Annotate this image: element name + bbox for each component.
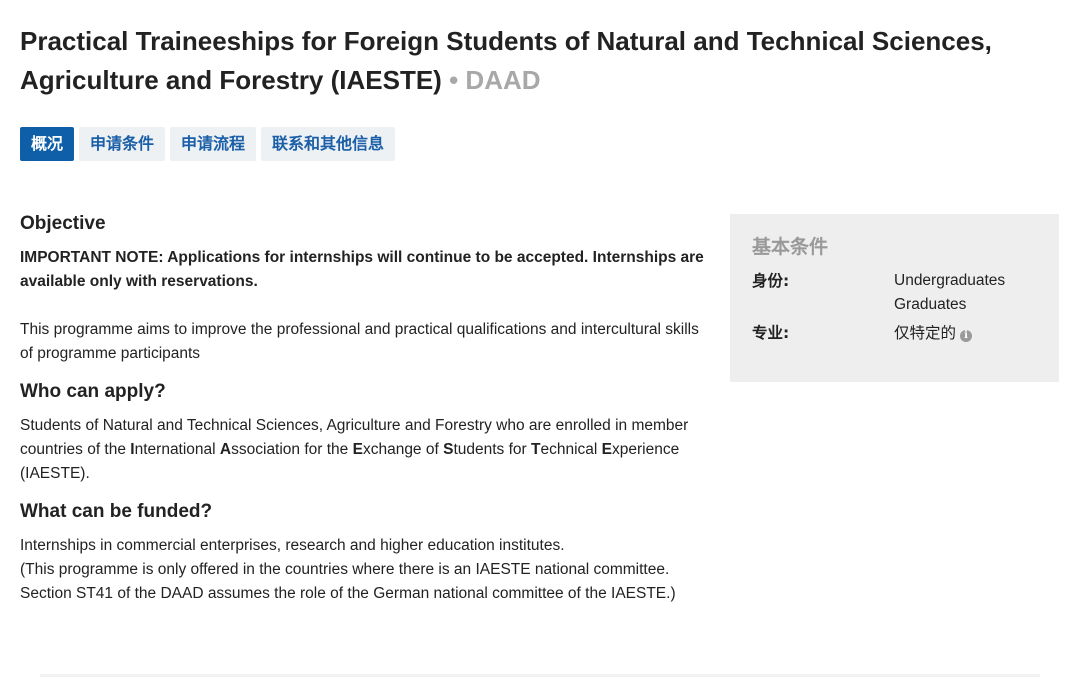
important-note: IMPORTANT NOTE: Applications for interns… xyxy=(20,249,704,290)
basic-requirements-panel: 基本条件 身份: Undergraduates Graduates 专业: 仅特… xyxy=(730,214,1059,382)
objective-text: This programme aims to improve the profe… xyxy=(20,321,699,362)
field-value-wrap: 仅特定的 i xyxy=(894,321,1064,346)
who-can-apply-heading: Who can apply? xyxy=(20,381,166,402)
what-can-be-funded-text-1: Internships in commercial enterprises, r… xyxy=(20,537,565,554)
what-can-be-funded-text-2: (This programme is only offered in the c… xyxy=(20,561,676,602)
tab-application-process[interactable]: 申请流程 xyxy=(170,127,257,161)
page-title: Practical Traineeships for Foreign Stude… xyxy=(20,22,1060,100)
status-value-undergraduates: Undergraduates xyxy=(894,272,1006,289)
tab-contact-info[interactable]: 联系和其他信息 xyxy=(261,127,396,161)
tab-overview[interactable]: 概况 xyxy=(20,127,75,161)
panel-heading: 基本条件 xyxy=(752,236,829,258)
tab-requirements[interactable]: 申请条件 xyxy=(79,127,166,161)
status-value-graduates: Graduates xyxy=(894,296,967,313)
tab-bar: 概况 申请条件 申请流程 联系和其他信息 xyxy=(20,127,396,161)
field-value: 仅特定的 xyxy=(894,324,957,342)
what-can-be-funded-heading: What can be funded? xyxy=(20,501,213,522)
title-separator: • xyxy=(449,65,459,95)
objective-heading: Objective xyxy=(20,213,106,234)
who-can-apply-text: Students of Natural and Technical Scienc… xyxy=(20,417,689,482)
field-label: 专业: xyxy=(752,324,790,342)
org-name: DAAD xyxy=(465,65,541,95)
info-icon[interactable]: i xyxy=(960,330,973,342)
status-label: 身份: xyxy=(752,272,790,290)
main-content: Objective IMPORTANT NOTE: Applications f… xyxy=(20,212,710,606)
